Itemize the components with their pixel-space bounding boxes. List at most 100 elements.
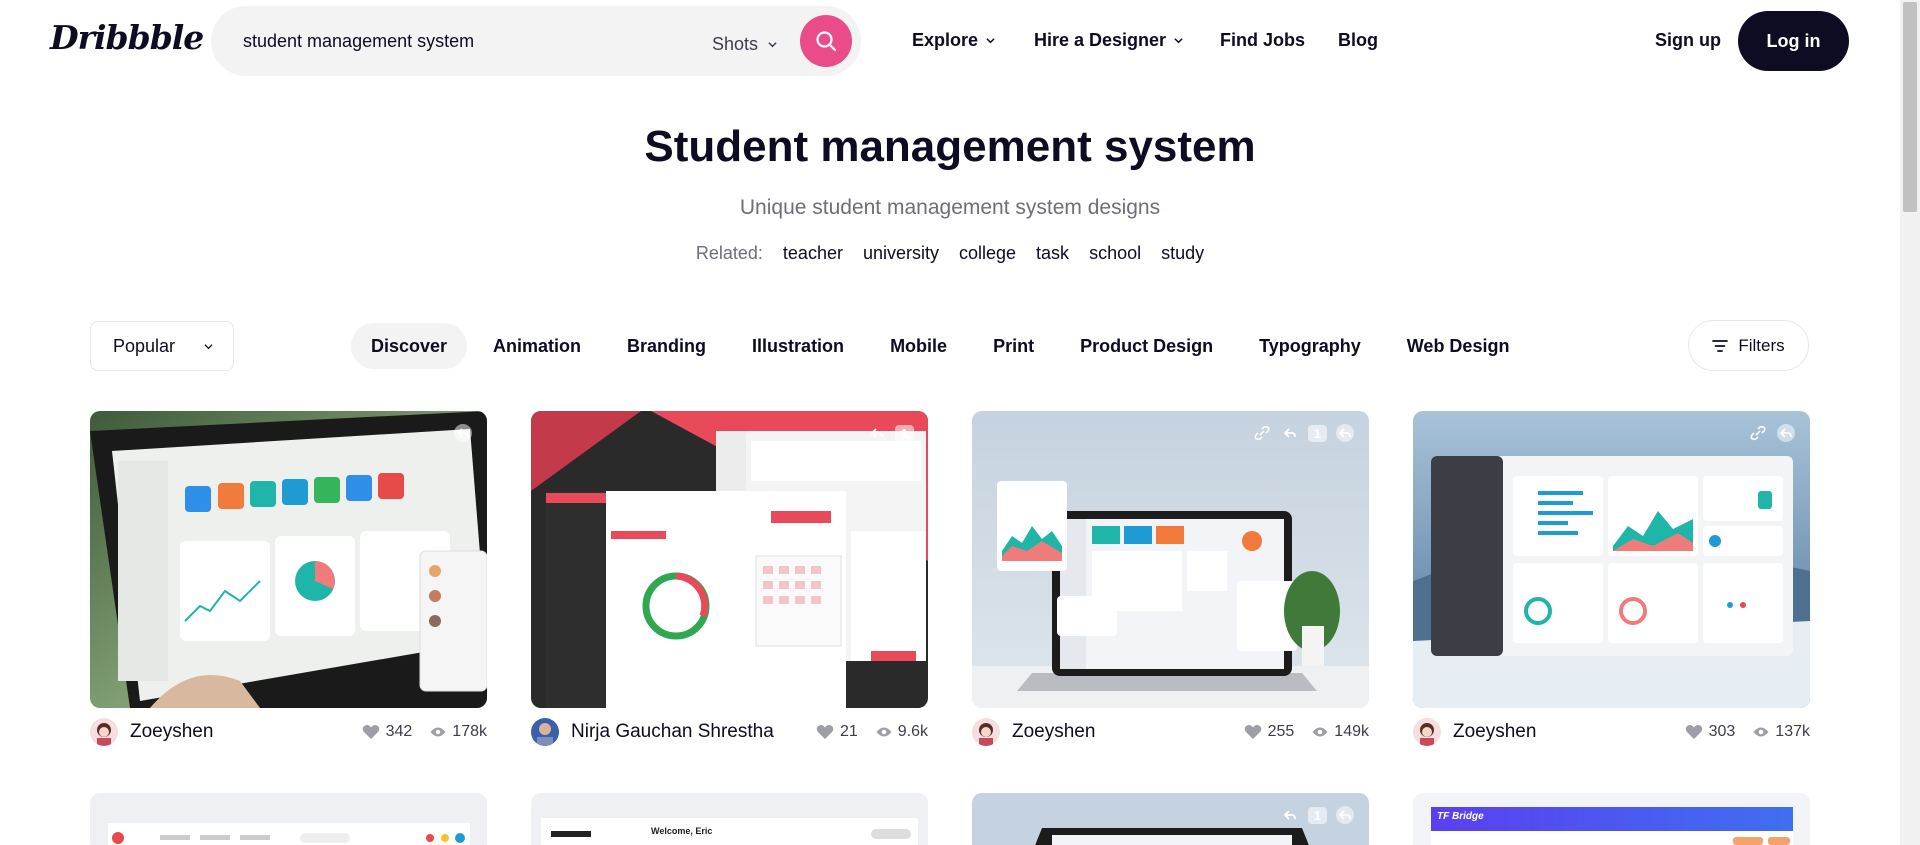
signup-link[interactable]: Sign up <box>1655 30 1721 51</box>
heart-icon[interactable] <box>362 724 380 740</box>
shot-preview-image <box>1413 411 1810 708</box>
shot-card[interactable]: 1 <box>972 793 1369 845</box>
related-tag-university[interactable]: university <box>863 243 939 264</box>
tab-mobile[interactable]: Mobile <box>870 323 967 369</box>
reply-icon[interactable] <box>1280 423 1300 443</box>
shot-stats: 303 137k <box>1685 723 1810 741</box>
tab-product-design[interactable]: Product Design <box>1060 323 1233 369</box>
search-type-dropdown[interactable]: Shots <box>712 34 777 55</box>
tab-typography[interactable]: Typography <box>1239 323 1381 369</box>
shot-stats: 21 9.6k <box>816 723 928 741</box>
tab-web-design[interactable]: Web Design <box>1387 323 1530 369</box>
shot-thumbnail[interactable] <box>90 411 487 708</box>
views-count: 9.6k <box>897 723 928 740</box>
shot-card[interactable]: Welcome, Eric <box>531 793 928 845</box>
shot-preview-image <box>90 411 487 708</box>
filter-lines-icon <box>1712 339 1729 352</box>
related-tag-school[interactable]: school <box>1089 243 1141 264</box>
tab-animation[interactable]: Animation <box>473 323 601 369</box>
tab-branding[interactable]: Branding <box>607 323 726 369</box>
shot-stats: 342 178k <box>362 723 487 741</box>
nav-find-jobs[interactable]: Find Jobs <box>1220 30 1305 51</box>
reply-icon[interactable] <box>867 423 887 443</box>
link-icon[interactable] <box>1252 423 1272 443</box>
shot-card[interactable]: 1 Nirja Gauchan Shrestha 21 9.6k <box>531 411 928 746</box>
shot-card[interactable]: Zoeyshen 342 178k <box>90 411 487 746</box>
reply-count-badge: 1 <box>1307 806 1327 824</box>
avatar[interactable] <box>531 718 559 746</box>
page-title: Student management system <box>644 122 1256 171</box>
search-input[interactable] <box>243 31 683 52</box>
shot-meta: Nirja Gauchan Shrestha 21 9.6k <box>531 717 928 747</box>
tab-illustration[interactable]: Illustration <box>732 323 864 369</box>
shot-card[interactable]: TF Bridge <box>1413 793 1810 845</box>
shot-meta: Zoeyshen 255 149k <box>972 717 1369 747</box>
views-count: 137k <box>1775 723 1810 740</box>
shot-author[interactable]: Zoeyshen <box>130 721 362 743</box>
shot-stats: 255 149k <box>1244 723 1369 741</box>
reply-count-badge: 1 <box>1307 424 1327 442</box>
row2-shot-label: TF Bridge <box>1437 811 1484 822</box>
chevron-down-icon <box>768 42 777 48</box>
shot-author[interactable]: Zoeyshen <box>1012 721 1244 743</box>
shot-preview-image <box>531 411 928 708</box>
avatar[interactable] <box>972 718 1000 746</box>
link-icon[interactable] <box>1748 423 1768 443</box>
shot-preview-image <box>972 411 1369 708</box>
likes-count: 342 <box>385 723 413 740</box>
views-count: 178k <box>452 723 487 740</box>
tab-discover[interactable]: Discover <box>351 323 468 369</box>
row2-shot-label: Welcome, Eric <box>651 826 713 836</box>
shot-author[interactable]: Zoeyshen <box>1453 721 1685 743</box>
chevron-down-icon <box>1174 38 1183 44</box>
share-icon[interactable] <box>1335 423 1355 443</box>
category-tabs: Discover Animation Branding Illustration… <box>351 323 1529 369</box>
search-button[interactable] <box>800 15 852 67</box>
filters-button[interactable]: Filters <box>1688 320 1809 371</box>
heart-icon[interactable] <box>1685 724 1703 740</box>
likes-count: 303 <box>1708 723 1736 740</box>
likes-count: 255 <box>1267 723 1295 740</box>
shot-overlay-actions: 1 <box>1280 805 1355 825</box>
reply-icon[interactable] <box>1280 805 1300 825</box>
shot-preview-image <box>108 823 470 845</box>
filters-label: Filters <box>1738 335 1785 355</box>
avatar[interactable] <box>1413 718 1441 746</box>
nav-blog[interactable]: Blog <box>1338 30 1378 51</box>
related-tag-study[interactable]: study <box>1161 243 1204 264</box>
shot-overlay-actions <box>453 423 473 443</box>
shot-card[interactable]: 1 Zoeyshen 255 149k <box>972 411 1369 746</box>
tab-print[interactable]: Print <box>973 323 1054 369</box>
sort-dropdown[interactable]: Popular <box>90 321 234 371</box>
reply-icon[interactable] <box>453 423 473 443</box>
search-icon <box>816 31 837 52</box>
share-icon[interactable] <box>1776 423 1796 443</box>
likes-count: 21 <box>839 723 858 740</box>
related-tag-teacher[interactable]: teacher <box>783 243 843 264</box>
nav-explore[interactable]: Explore <box>912 30 995 51</box>
sort-label: Popular <box>113 335 176 356</box>
shot-thumbnail[interactable] <box>1413 411 1810 708</box>
chevron-down-icon <box>204 343 213 349</box>
shot-author[interactable]: Nirja Gauchan Shrestha <box>571 721 816 743</box>
eye-icon <box>1312 727 1328 737</box>
heart-icon[interactable] <box>1244 724 1262 740</box>
related-tag-college[interactable]: college <box>959 243 1016 264</box>
reply-count-badge: 1 <box>894 424 914 442</box>
avatar[interactable] <box>90 718 118 746</box>
shot-card[interactable] <box>90 793 487 845</box>
shot-thumbnail[interactable]: 1 <box>531 411 928 708</box>
scrollbar-thumb[interactable] <box>1903 2 1917 212</box>
related-tag-task[interactable]: task <box>1036 243 1069 264</box>
heart-icon[interactable] <box>816 724 834 740</box>
shot-overlay-actions <box>1748 423 1796 443</box>
shot-card[interactable]: Zoeyshen 303 137k <box>1413 411 1810 746</box>
eye-icon <box>430 727 446 737</box>
shot-thumbnail[interactable]: 1 <box>972 411 1369 708</box>
share-icon[interactable] <box>1335 805 1355 825</box>
views-count: 149k <box>1334 723 1369 740</box>
nav-hire-designer[interactable]: Hire a Designer <box>1034 30 1183 51</box>
dribbble-logo[interactable]: Dribbble <box>50 18 204 57</box>
login-button[interactable]: Log in <box>1738 11 1849 71</box>
eye-icon <box>1753 727 1769 737</box>
